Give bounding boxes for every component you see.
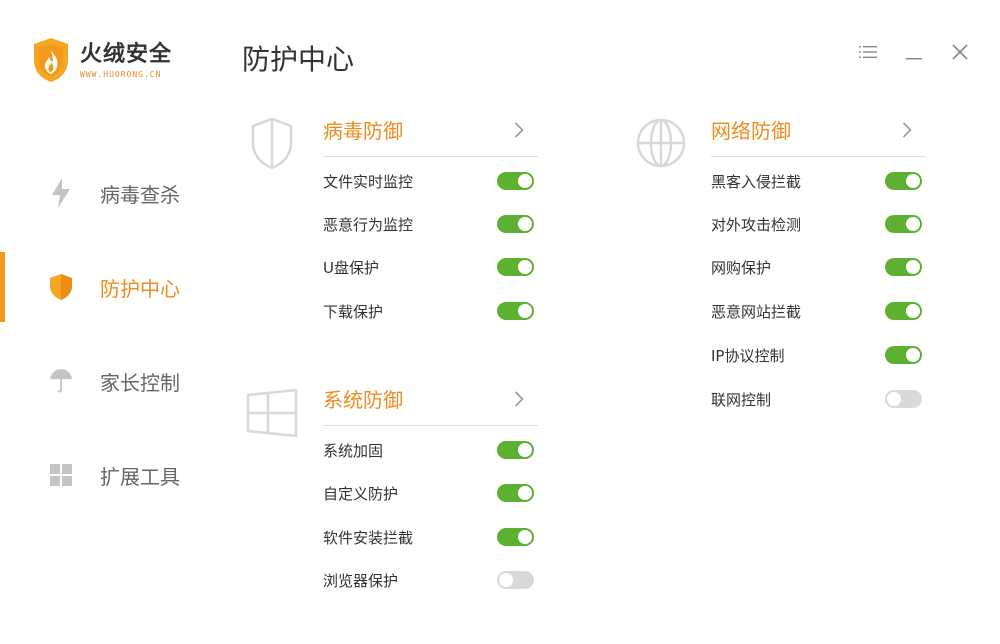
- list-item: 自定义防护: [323, 481, 538, 505]
- list-item: 下载保护: [323, 299, 538, 323]
- grid-icon: [50, 462, 72, 488]
- toggle-switch[interactable]: [885, 215, 922, 233]
- list-item: 联网控制: [711, 387, 926, 411]
- toggle-knob: [499, 573, 513, 587]
- flame-logo-icon: [34, 38, 68, 82]
- minimize-icon: [906, 58, 922, 60]
- toggle-knob: [906, 174, 920, 188]
- sidebar-item-label: 扩展工具: [100, 464, 180, 489]
- row-label: 网购保护: [711, 258, 772, 277]
- close-icon: [952, 44, 968, 60]
- sidebar-item-parental-control[interactable]: 家长控制: [0, 334, 220, 428]
- sidebar: 病毒查杀 防护中心 家长控制 扩展工具: [0, 146, 220, 522]
- row-label: 恶意网站拦截: [711, 302, 802, 321]
- virus-defense-header[interactable]: 病毒防御: [323, 118, 538, 157]
- toggle-knob: [906, 217, 920, 231]
- section-title: 网络防御: [711, 119, 791, 143]
- menu-icon: [859, 46, 877, 58]
- list-item: U盘保护: [323, 255, 538, 279]
- toggle-knob: [518, 486, 532, 500]
- toggle-switch[interactable]: [497, 441, 534, 459]
- umbrella-icon: [50, 368, 72, 394]
- toggle-switch[interactable]: [885, 258, 922, 276]
- sidebar-item-extension-tools[interactable]: 扩展工具: [0, 428, 220, 522]
- toggle-switch[interactable]: [497, 258, 534, 276]
- virus-defense-section: 病毒防御 文件实时监控 恶意行为监控 U盘保护 下载保护: [323, 118, 538, 328]
- lightning-icon: [50, 178, 72, 208]
- list-item: 文件实时监控: [323, 169, 538, 193]
- row-label: 恶意行为监控: [323, 215, 414, 234]
- network-defense-section: 网络防御 黑客入侵拦截 对外攻击检测 网购保护 恶意网站拦截 IP协议控制 联网…: [711, 118, 926, 418]
- shield-icon: [50, 274, 72, 300]
- shield-outline-icon: [251, 117, 293, 170]
- toggle-knob: [518, 304, 532, 318]
- toggle-knob: [906, 304, 920, 318]
- row-label: 黑客入侵拦截: [711, 172, 802, 191]
- windows-icon: [246, 389, 298, 437]
- list-item: 网购保护: [711, 255, 926, 279]
- toggle-switch[interactable]: [497, 528, 534, 546]
- page-title: 防护中心: [242, 43, 355, 76]
- window-controls: [854, 38, 974, 66]
- close-button[interactable]: [946, 38, 974, 66]
- system-defense-section: 系统防御 系统加固 自定义防护 软件安装拦截 浏览器保护: [323, 387, 538, 597]
- toggle-knob: [518, 174, 532, 188]
- network-defense-header[interactable]: 网络防御: [711, 118, 926, 157]
- row-label: 联网控制: [711, 390, 772, 409]
- system-defense-header[interactable]: 系统防御: [323, 387, 538, 426]
- list-item: 对外攻击检测: [711, 212, 926, 236]
- app-name: 火绒安全: [80, 41, 173, 67]
- list-item: 浏览器保护: [323, 568, 538, 592]
- toggle-knob: [887, 392, 901, 406]
- list-item: 系统加固: [323, 438, 538, 462]
- toggle-switch[interactable]: [885, 390, 922, 408]
- toggle-switch[interactable]: [497, 571, 534, 589]
- toggle-switch[interactable]: [497, 172, 534, 190]
- section-title: 系统防御: [323, 388, 403, 412]
- toggle-switch[interactable]: [885, 172, 922, 190]
- chevron-right-icon: [514, 122, 524, 138]
- toggle-knob: [518, 260, 532, 274]
- toggle-knob: [518, 217, 532, 231]
- minimize-button[interactable]: [900, 38, 928, 66]
- toggle-knob: [518, 443, 532, 457]
- globe-icon: [636, 118, 686, 168]
- toggle-switch[interactable]: [497, 484, 534, 502]
- app-url: WWW.HUORONG.CN: [80, 69, 162, 79]
- row-label: IP协议控制: [711, 346, 785, 365]
- list-item: 黑客入侵拦截: [711, 169, 926, 193]
- row-label: 软件安装拦截: [323, 528, 414, 547]
- row-label: 下载保护: [323, 302, 384, 321]
- section-title: 病毒防御: [323, 119, 403, 143]
- toggle-switch[interactable]: [497, 215, 534, 233]
- chevron-right-icon: [514, 391, 524, 407]
- list-item: IP协议控制: [711, 343, 926, 367]
- app-logo: 火绒安全 WWW.HUORONG.CN: [30, 36, 172, 84]
- toggle-switch[interactable]: [497, 302, 534, 320]
- row-label: 对外攻击检测: [711, 215, 802, 234]
- list-item: 恶意网站拦截: [711, 299, 926, 323]
- row-label: U盘保护: [323, 258, 379, 277]
- sidebar-item-label: 防护中心: [100, 276, 180, 301]
- sidebar-item-label: 病毒查杀: [100, 182, 180, 207]
- sidebar-item-virus-scan[interactable]: 病毒查杀: [0, 146, 220, 240]
- row-label: 文件实时监控: [323, 172, 414, 191]
- row-label: 浏览器保护: [323, 571, 399, 590]
- sidebar-item-protection-center[interactable]: 防护中心: [0, 240, 220, 334]
- toggle-knob: [906, 348, 920, 362]
- toggle-switch[interactable]: [885, 346, 922, 364]
- chevron-right-icon: [902, 122, 912, 138]
- list-item: 恶意行为监控: [323, 212, 538, 236]
- list-item: 软件安装拦截: [323, 525, 538, 549]
- toggle-switch[interactable]: [885, 302, 922, 320]
- toggle-knob: [906, 260, 920, 274]
- menu-button[interactable]: [854, 38, 882, 66]
- toggle-knob: [518, 530, 532, 544]
- sidebar-item-label: 家长控制: [100, 370, 180, 395]
- row-label: 系统加固: [323, 441, 384, 460]
- row-label: 自定义防护: [323, 484, 399, 503]
